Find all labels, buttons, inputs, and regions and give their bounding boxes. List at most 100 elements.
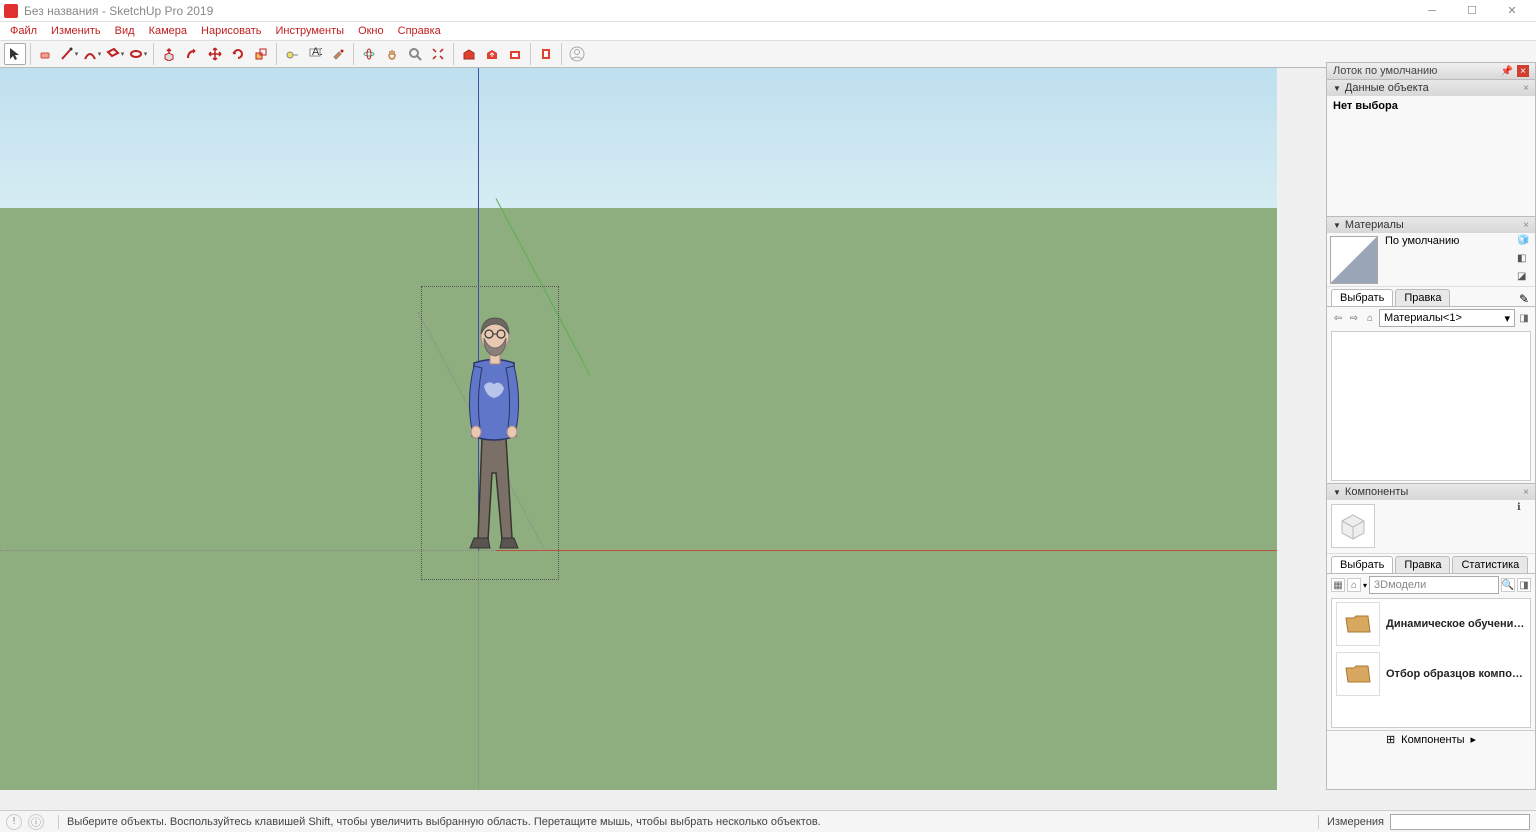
- home-icon[interactable]: ⌂: [1347, 578, 1361, 592]
- status-bar: ! ⓘ Выберите объекты. Воспользуйтесь кла…: [0, 810, 1536, 832]
- pushpull-tool[interactable]: [158, 43, 180, 65]
- component-search-input[interactable]: 3Dмодели: [1369, 576, 1499, 594]
- view-mode-icon[interactable]: ▦: [1331, 578, 1345, 592]
- folder-icon: [1336, 652, 1380, 696]
- materials-title: Материалы: [1345, 219, 1404, 231]
- status-hint: Выберите объекты. Воспользуйтесь клавише…: [67, 816, 821, 828]
- rectangle-tool[interactable]: ▾: [104, 43, 126, 65]
- dropdown-icon[interactable]: ▸: [1471, 733, 1477, 746]
- close-button[interactable]: ✕: [1492, 1, 1532, 21]
- zoom-tool[interactable]: [404, 43, 426, 65]
- orbit-tool[interactable]: [358, 43, 380, 65]
- pan-tool[interactable]: [381, 43, 403, 65]
- pin-icon[interactable]: 📌: [1501, 66, 1513, 77]
- components-tab-stats[interactable]: Статистика: [1452, 556, 1528, 573]
- collapse-arrow-icon: ▼: [1333, 488, 1341, 497]
- menu-view[interactable]: Вид: [109, 24, 141, 38]
- components-list[interactable]: Динамическое обучение ком... Отбор образ…: [1331, 598, 1531, 728]
- measurements-input[interactable]: [1390, 814, 1530, 830]
- status-info-icon[interactable]: !: [6, 814, 22, 830]
- component-folder-item[interactable]: Динамическое обучение ком...: [1332, 599, 1530, 649]
- nav-fwd-icon[interactable]: ⇨: [1347, 311, 1361, 325]
- component-folder-item[interactable]: Отбор образцов компонентов: [1332, 649, 1530, 699]
- title-bar: Без названия - SketchUp Pro 2019 ─ ☐ ✕: [0, 0, 1536, 22]
- components-header[interactable]: ▼ Компоненты ×: [1327, 484, 1535, 500]
- viewport-3d[interactable]: [0, 68, 1277, 790]
- component-info-icon[interactable]: ℹ: [1517, 502, 1531, 516]
- home-icon[interactable]: ⌂: [1363, 311, 1377, 325]
- entity-info-header[interactable]: ▼ Данные объекта ×: [1327, 80, 1535, 96]
- panel-close-icon[interactable]: ×: [1523, 220, 1529, 231]
- chevron-down-icon[interactable]: ▾: [1363, 581, 1367, 590]
- search-icon[interactable]: 🔍: [1501, 578, 1515, 592]
- status-help-icon[interactable]: ⓘ: [28, 814, 44, 830]
- maximize-button[interactable]: ☐: [1452, 1, 1492, 21]
- scale-figure[interactable]: [452, 308, 542, 556]
- materials-panel: ▼ Материалы × По умолчанию 🧊 ◧ ◪ Выбрать…: [1326, 216, 1536, 484]
- minimize-button[interactable]: ─: [1412, 1, 1452, 21]
- material-library-combo[interactable]: Материалы<1>▾: [1379, 309, 1515, 327]
- warehouse-get-tool[interactable]: [458, 43, 480, 65]
- red-axis: [496, 550, 1277, 551]
- select-tool[interactable]: [4, 43, 26, 65]
- eyedropper-icon[interactable]: ✎: [1519, 292, 1529, 306]
- line-tool[interactable]: ▾: [58, 43, 80, 65]
- menu-file[interactable]: Файл: [4, 24, 43, 38]
- tray-title-label: Лоток по умолчанию: [1333, 65, 1437, 77]
- user-account-icon[interactable]: [566, 43, 588, 65]
- circle-tool[interactable]: ▾: [127, 43, 149, 65]
- set-default-icon[interactable]: ◧: [1517, 253, 1531, 267]
- collapse-arrow-icon: ▼: [1333, 84, 1341, 93]
- paint-tool[interactable]: [327, 43, 349, 65]
- warehouse-share-tool[interactable]: [481, 43, 503, 65]
- ground-plane: [0, 208, 1277, 790]
- panel-close-icon[interactable]: ×: [1523, 83, 1529, 94]
- materials-tab-edit[interactable]: Правка: [1395, 289, 1450, 306]
- components-tab-select[interactable]: Выбрать: [1331, 556, 1393, 573]
- components-nav-row: ▦ ⌂ ▾ 3Dмодели 🔍 ◨: [1327, 574, 1535, 596]
- layout-tool[interactable]: [535, 43, 557, 65]
- sky-background: [0, 68, 1277, 208]
- menu-help[interactable]: Справка: [392, 24, 447, 38]
- create-material-icon[interactable]: 🧊: [1517, 235, 1531, 249]
- offset-tool[interactable]: [181, 43, 203, 65]
- material-swatch[interactable]: [1330, 236, 1378, 284]
- material-dropper-icon[interactable]: ◪: [1517, 271, 1531, 285]
- entity-info-panel: ▼ Данные объекта × Нет выбора: [1326, 79, 1536, 217]
- text-tool[interactable]: A1: [304, 43, 326, 65]
- zoom-extents-tool[interactable]: [427, 43, 449, 65]
- materials-header[interactable]: ▼ Материалы ×: [1327, 217, 1535, 233]
- eraser-tool[interactable]: [35, 43, 57, 65]
- move-tool[interactable]: [204, 43, 226, 65]
- menu-tools[interactable]: Инструменты: [269, 24, 350, 38]
- menu-camera[interactable]: Камера: [143, 24, 193, 38]
- arc-tool[interactable]: ▾: [81, 43, 103, 65]
- tape-tool[interactable]: [281, 43, 303, 65]
- component-preview: [1331, 504, 1375, 548]
- scale-tool[interactable]: [250, 43, 272, 65]
- entity-info-title: Данные объекта: [1345, 82, 1429, 94]
- menu-bar: Файл Изменить Вид Камера Нарисовать Инст…: [0, 22, 1536, 40]
- components-body: ℹ Выбрать Правка Статистика ▦ ⌂ ▾ 3Dмоде…: [1327, 500, 1535, 789]
- tray-close-icon[interactable]: ×: [1517, 65, 1529, 77]
- component-item-label: Отбор образцов компонентов: [1386, 668, 1526, 680]
- measurements-label: Измерения: [1327, 816, 1384, 828]
- panel-close-icon[interactable]: ×: [1523, 487, 1529, 498]
- components-tab-edit[interactable]: Правка: [1395, 556, 1450, 573]
- materials-tab-select[interactable]: Выбрать: [1331, 289, 1393, 306]
- component-item-label: Динамическое обучение ком...: [1386, 618, 1526, 630]
- details-icon[interactable]: ◨: [1517, 311, 1531, 325]
- expand-icon[interactable]: ⊞: [1386, 733, 1395, 746]
- materials-list[interactable]: [1331, 331, 1531, 481]
- extension-warehouse-tool[interactable]: [504, 43, 526, 65]
- menu-edit[interactable]: Изменить: [45, 24, 107, 38]
- nav-back-icon[interactable]: ⇦: [1331, 311, 1345, 325]
- materials-nav-row: ⇦ ⇨ ⌂ Материалы<1>▾ ◨: [1327, 307, 1535, 329]
- svg-text:A1: A1: [312, 47, 322, 58]
- rotate-tool[interactable]: [227, 43, 249, 65]
- menu-draw[interactable]: Нарисовать: [195, 24, 267, 38]
- details-icon[interactable]: ◨: [1517, 578, 1531, 592]
- main-toolbar: ▾ ▾ ▾ ▾ A1: [0, 40, 1536, 68]
- tray-title-bar[interactable]: Лоток по умолчанию 📌 ×: [1326, 62, 1536, 80]
- menu-window[interactable]: Окно: [352, 24, 390, 38]
